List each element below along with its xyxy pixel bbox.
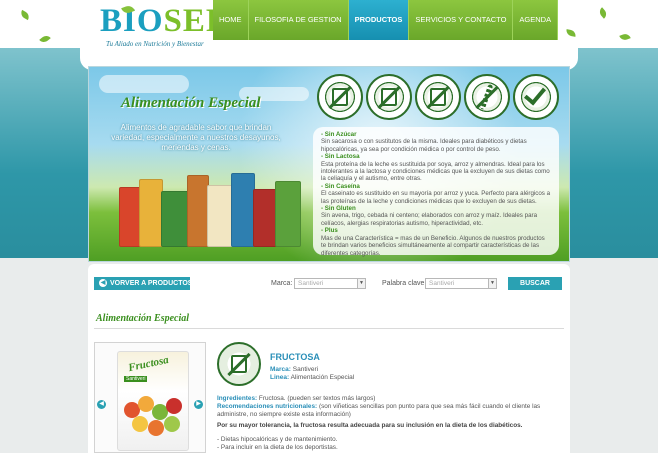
package [275,181,301,247]
product-bullet: - Para incluir en la dieta de los deport… [217,444,338,451]
product-image-slider: Fructosa Santiveri [94,342,206,453]
nav-item-agenda[interactable]: AGENDA [513,0,559,40]
brand-select[interactable]: Santiveri ▼ [294,278,366,289]
product-tolerance-note: Por su mayor tolerancia, la fructosa res… [217,422,523,429]
bag-title: Fructosa [127,353,170,375]
package [139,179,163,247]
info-item-sin-caseina: - Sin Caseína El caseinato es sustituido … [321,182,551,205]
package [161,191,189,247]
diet-badges [317,74,562,124]
section-title: Alimentación Especial [96,313,190,324]
nav-item-productos[interactable]: PRODUCTOS [348,0,410,40]
info-item-sin-azucar: - Sin Azúcar Sin sacarosa o con sustituto… [321,131,527,153]
chevron-down-icon: ▼ [357,279,365,288]
package [207,185,233,247]
nav-item-home[interactable]: HOME [213,0,249,40]
product-packages-image [119,165,309,249]
product-recommendations: Recomendaciones nutricionales: (son viñe… [217,403,541,418]
banner-subtitle: Alimentos de agradable sabor que brindan… [111,123,281,152]
leaf-decoration-icon [619,32,631,42]
fruit [132,416,148,432]
info-item-sin-gluten: - Sin Gluten Sin avena, trigo, cebada ni … [321,205,538,227]
search-button[interactable]: BUSCAR [508,277,562,290]
leaf-decoration-icon [39,33,51,45]
cloud [99,75,189,93]
product-line: Linea: Alimentación Especial [270,374,355,381]
banner-title: Alimentación Especial [121,95,261,111]
info-item-sin-lactosa: - Sin Lactosa Esta proteína de la leche e… [321,153,550,183]
slider-prev-button[interactable]: ◀ [97,400,106,409]
fruit [148,420,164,436]
no-sugar-icon [317,74,363,120]
package [187,175,209,247]
category-banner: Alimentación Especial Alimentos de agrad… [88,66,570,262]
check-icon [513,74,559,120]
no-sugar-icon [217,342,261,386]
fruit [164,416,180,432]
site-header: BIOSER Tu Aliado en Nutrición y Bienesta… [0,0,658,48]
bag-brand: Santiveri [124,376,148,382]
fruit [166,398,182,414]
no-casein-icon [415,74,461,120]
slider-next-button[interactable]: ▶ [194,400,203,409]
product-content: ◀ VORVER A PRODUCTOS Marca: Santiveri ▼ Pa… [88,264,570,453]
arrow-left-icon: ◀ [99,279,107,288]
nav-item-servicios[interactable]: SERVICIOS Y CONTACTO [409,0,514,40]
logo-tagline: Tu Aliado en Nutrición y Bienestar [106,40,204,48]
nav-item-filosofia[interactable]: FILOSOFIA DE GESTION [249,0,349,40]
product-bullet: - Dietas hipocalóricas y de mantenimient… [217,436,338,443]
diet-info-panel: - Sin Azúcar Sin sacarosa o con sustituto… [313,127,559,257]
product-ingredients: Ingredientes: Fructosa. (pueden ser text… [217,395,376,402]
product-name: FRUCTOSA [270,352,320,362]
package [119,187,141,247]
keyword-select[interactable]: Santiveri ▼ [425,278,497,289]
back-to-products-button[interactable]: ◀ VORVER A PRODUCTOS [94,277,192,290]
package [231,173,255,247]
divider [94,328,564,329]
brand-filter-label: Marca: [271,280,293,287]
no-lactose-icon [366,74,412,120]
bioser-logo[interactable]: BIOSER Tu Aliado en Nutrición y Bienesta… [100,4,230,48]
product-brand: Marca: Santiveri [270,366,319,373]
info-item-plus: - Plus Mas de una Característica = mas de… [321,227,545,257]
main-nav: HOME FILOSOFIA DE GESTION PRODUCTOS SERV… [213,0,610,40]
chevron-down-icon: ▼ [488,279,496,288]
package [253,189,277,247]
leaf-decoration-icon [19,9,31,21]
no-gluten-icon [464,74,510,120]
keyword-filter-label: Palabra clave: [382,280,427,287]
logo-wordmark: BIOSER [100,3,231,39]
product-image: Fructosa Santiveri [117,351,189,451]
